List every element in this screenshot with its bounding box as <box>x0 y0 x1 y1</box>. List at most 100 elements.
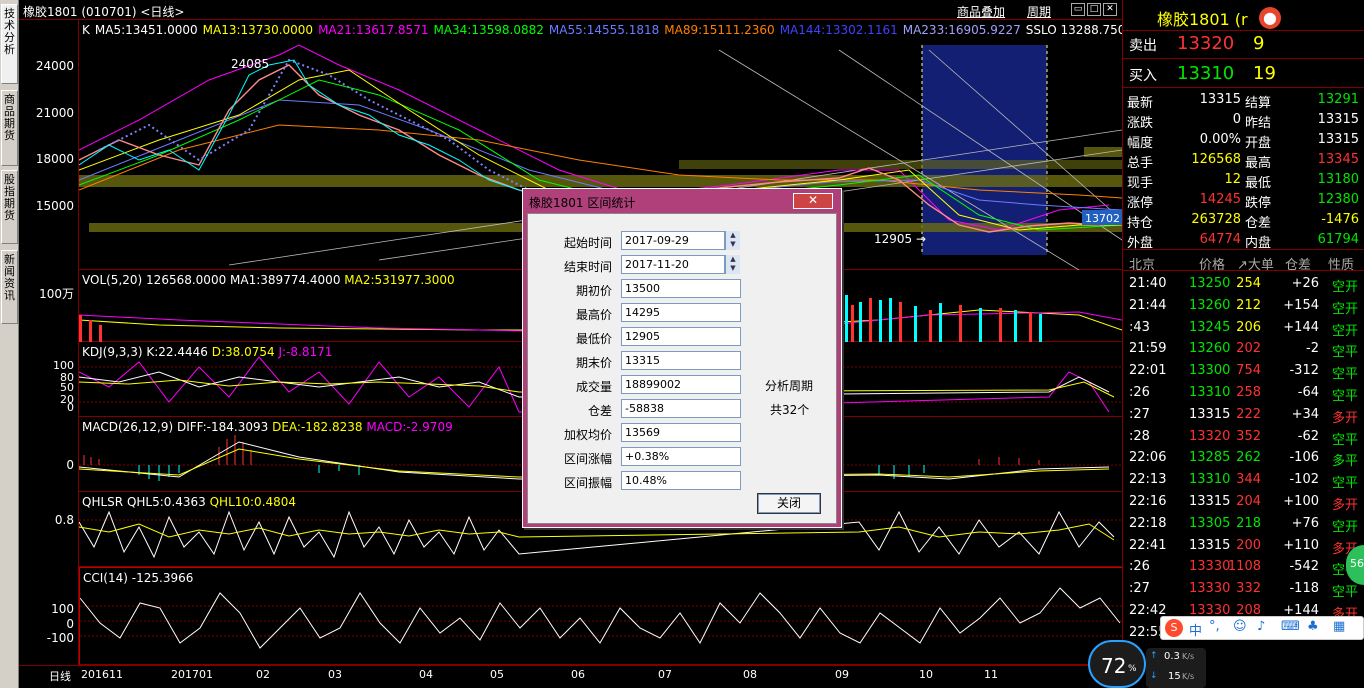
tick-oi-change: -64 <box>1297 385 1319 400</box>
quote-title-row: 橡胶1801 (r ⬤ <box>1123 4 1364 29</box>
tick-oi-change: -62 <box>1297 428 1319 444</box>
value-field[interactable]: 10.48% <box>621 471 741 490</box>
value-field[interactable]: 13315 <box>621 351 741 370</box>
close-icon[interactable]: ✕ <box>1103 3 1117 16</box>
tick-row[interactable]: :28 13320 352 -62 空平 <box>1123 426 1364 448</box>
tab-news[interactable]: 新闻资讯 <box>1 250 18 324</box>
x-axis-label: 201611 <box>81 668 123 681</box>
tab-index-futures[interactable]: 股指期货 <box>1 170 18 244</box>
stat-value: 64774 <box>1199 232 1241 247</box>
cci-tick: -100 <box>46 631 74 645</box>
tick-row[interactable]: 21:59 13260 202 -2 空平 <box>1123 338 1364 360</box>
skin-icon[interactable]: ♣ <box>1307 619 1319 634</box>
tick-row[interactable]: :43 13245 206 +144 空开 <box>1123 317 1364 339</box>
tick-price: 13315 <box>1189 406 1231 422</box>
tick-row[interactable]: 22:16 13315 204 +100 多开 <box>1123 491 1364 513</box>
value-field[interactable]: 13500 <box>621 279 741 298</box>
tick-time: 21:44 <box>1129 297 1167 313</box>
punctuation-icon[interactable]: °, <box>1209 619 1220 634</box>
field-label: 加权均价 <box>563 428 612 442</box>
tick-oi-change: -118 <box>1289 581 1319 597</box>
field-label: 区间振幅 <box>563 476 612 490</box>
ime-mode[interactable]: 中 <box>1189 620 1202 639</box>
value-field[interactable]: 13569 <box>621 423 741 442</box>
tick-volume: 202 <box>1236 341 1261 357</box>
restore-icon[interactable]: ▭ <box>1071 3 1085 16</box>
value-field[interactable]: 18899002 <box>621 375 741 394</box>
tick-type: 空开 <box>1332 323 1359 339</box>
x-axis-label: 201701 <box>171 668 213 681</box>
dialog-close-icon[interactable]: ✕ <box>793 193 833 209</box>
microphone-icon[interactable]: ♪ <box>1257 619 1265 634</box>
tick-oi-change: +100 <box>1283 494 1319 509</box>
keyboard-icon[interactable]: ⌨ <box>1281 619 1300 634</box>
period-button[interactable]: 周期 <box>1027 3 1051 20</box>
date-spinner-icon[interactable]: ▲ ▼ <box>725 255 740 274</box>
field-label: 期初价 <box>575 284 612 298</box>
emoji-icon[interactable]: ☺ <box>1233 619 1247 634</box>
value-field[interactable]: +0.38% <box>621 447 741 466</box>
stats-row: 持仓 263728 仓差 -1476 <box>1123 209 1364 231</box>
tick-oi-change: -542 <box>1289 559 1319 575</box>
cpu-meter[interactable]: 72 % <box>1088 640 1146 688</box>
tick-time: 22:41 <box>1129 537 1167 553</box>
tick-row[interactable]: :27 13315 222 +34 多开 <box>1123 404 1364 426</box>
cci-panel[interactable]: CCI(14) -125.3966 <box>79 567 1123 665</box>
dialog-close-button[interactable]: 关闭 <box>757 493 821 514</box>
tick-time: 21:40 <box>1129 276 1167 291</box>
tick-row[interactable]: 22:13 13310 344 -102 空平 <box>1123 469 1364 491</box>
tick-price: 13260 <box>1189 341 1231 357</box>
tick-type: 多平 <box>1332 454 1359 470</box>
tab-technical-analysis[interactable]: 技术分析 <box>1 4 18 84</box>
stats-row: 涨跌 0 昨结 13315 <box>1123 109 1364 131</box>
tick-row[interactable]: 22:06 13285 262 -106 多平 <box>1123 447 1364 470</box>
chart-title-bar: 橡胶1801 (010701) <日线> 商品叠加 周期 ▭ □ ✕ <box>19 0 1122 20</box>
tick-volume: 352 <box>1236 428 1261 444</box>
tick-time: :28 <box>1129 428 1150 444</box>
macd-diff: DIFF:-184.3093 <box>176 420 269 434</box>
field-label: 期末价 <box>575 356 612 370</box>
value-field[interactable]: 14295 <box>621 303 741 322</box>
ime-toolbar[interactable]: S 中 °, ☺ ♪ ⌨ ♣ ▦ <box>1160 616 1364 640</box>
tick-type: 空平 <box>1332 389 1359 404</box>
tick-oi-change: +76 <box>1291 515 1319 531</box>
tick-row[interactable]: 22:01 13300 754 -312 空平 <box>1123 360 1364 382</box>
tick-type: 多开 <box>1332 410 1359 426</box>
stat-value: 13315 <box>1317 132 1359 147</box>
analysis-period-count: 共32个 <box>770 403 810 417</box>
futures-terminal: 技术分析 商品期货 股指期货 新闻资讯 橡胶1801 (010701) <日线>… <box>0 0 1364 688</box>
tick-price: 13315 <box>1189 537 1231 553</box>
value-field[interactable]: 12905 <box>621 327 741 346</box>
stat-value: 126568 <box>1191 152 1241 167</box>
tick-row[interactable]: 22:18 13305 218 +76 空开 <box>1123 513 1364 535</box>
date-spinner-icon[interactable]: ▲ ▼ <box>725 231 740 250</box>
date-field[interactable]: 2017-11-20 <box>621 255 725 274</box>
tick-row[interactable]: 22:41 13315 200 +110 多开 <box>1123 535 1364 557</box>
ask-label: 卖出 <box>1129 38 1157 54</box>
tick-time: :26 <box>1129 559 1150 575</box>
macd-legend: MACD(26,12,9) DIFF:-184.3093 DEA:-182.82… <box>82 420 453 434</box>
tick-row[interactable]: :27 13330 332 -118 空平 <box>1123 578 1364 600</box>
x-axis-label: 11 <box>984 668 998 681</box>
tick-price: 13245 <box>1189 319 1231 335</box>
tick-oi-change: -106 <box>1289 450 1319 466</box>
stat-value: -1476 <box>1321 212 1359 227</box>
value-field[interactable]: -58838 <box>621 399 741 418</box>
tick-row[interactable]: 21:44 13260 212 +154 空开 <box>1123 295 1364 317</box>
date-field[interactable]: 2017-09-29 <box>621 231 725 250</box>
tick-time: 22:13 <box>1129 472 1167 488</box>
tick-row[interactable]: 21:40 13250 254 +26 空开 <box>1123 273 1364 295</box>
toolbox-icon[interactable]: ▦ <box>1333 619 1345 634</box>
dialog-body: 起始时间 2017-09-29 ▲ ▼ 结束时间 2017-11-20 ▲ ▼ 期初价 13500… <box>527 213 837 524</box>
field-label: 起始时间 <box>563 236 612 250</box>
kdj-j: J:-8.8171 <box>278 345 333 359</box>
tab-commodity-futures[interactable]: 商品期货 <box>1 90 18 166</box>
overlay-commodity-button[interactable]: 商品叠加 <box>957 3 1005 20</box>
tick-row[interactable]: :26 13310 258 -64 空平 <box>1123 382 1364 404</box>
tick-time: 22:18 <box>1129 515 1167 531</box>
tick-row[interactable]: :26 13330 1108 -542 空平 <box>1123 556 1364 578</box>
maximize-icon[interactable]: □ <box>1087 3 1101 16</box>
price-tick: 21000 <box>35 106 74 120</box>
tick-volume: 1108 <box>1227 559 1261 575</box>
cci-tick: 0 <box>66 617 74 631</box>
